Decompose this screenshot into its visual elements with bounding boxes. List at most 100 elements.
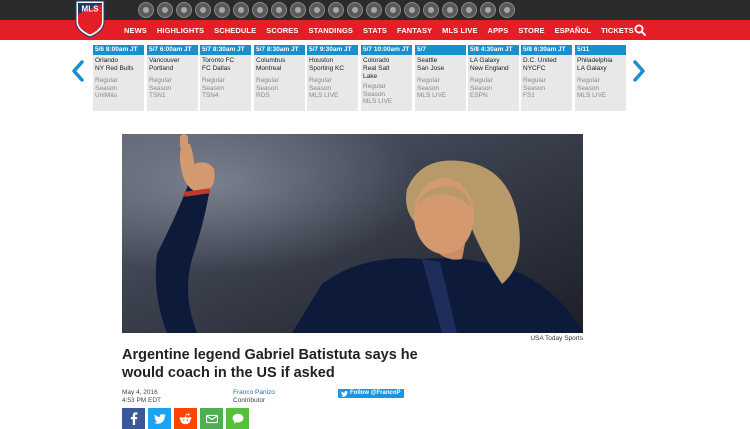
nav-mls-live[interactable]: MLS LIVE bbox=[442, 26, 477, 35]
match-time: 5/7 bbox=[415, 45, 466, 55]
chevron-left-icon[interactable] bbox=[70, 60, 86, 82]
match-broadcaster: RDS bbox=[256, 92, 270, 99]
match-card[interactable]: 5/8 4:30am JT LA Galaxy New England Regul… bbox=[468, 45, 519, 111]
match-type: Season bbox=[149, 84, 172, 92]
club-logo-icon[interactable] bbox=[252, 2, 268, 18]
team-home: Orlando bbox=[95, 57, 119, 64]
scoreboard: 5/6 8:00am JT Orlando NY Red Bulls Regula… bbox=[0, 44, 750, 114]
club-logo-icon[interactable] bbox=[233, 2, 249, 18]
club-logo-icon[interactable] bbox=[176, 2, 192, 18]
mls-logo[interactable]: MLS bbox=[75, 0, 105, 38]
match-type: Season bbox=[577, 84, 600, 92]
nav-apps[interactable]: APPS bbox=[488, 26, 509, 35]
match-card[interactable]: 5/7 9:30am JT Houston Sporting KC Regular… bbox=[307, 45, 358, 111]
match-type: Season bbox=[523, 84, 546, 92]
club-logo-icon[interactable] bbox=[195, 2, 211, 18]
nav-items: NEWS HIGHLIGHTS SCHEDULE SCORES STANDING… bbox=[124, 20, 634, 40]
nav-fantasy[interactable]: FANTASY bbox=[397, 26, 432, 35]
nav-stats[interactable]: STATS bbox=[363, 26, 387, 35]
match-type: Season bbox=[417, 84, 440, 92]
club-logo-icon[interactable] bbox=[271, 2, 287, 18]
team-home: Seattle bbox=[417, 57, 438, 64]
match-card[interactable]: 5/7 8:30am JT Columbus Montreal Regular Se… bbox=[254, 45, 305, 111]
club-logo-icon[interactable] bbox=[404, 2, 420, 18]
match-type: Regular bbox=[256, 77, 279, 84]
nav-scores[interactable]: SCORES bbox=[266, 26, 298, 35]
match-time: 5/7 6:00am JT bbox=[147, 45, 198, 55]
team-home: Toronto FC bbox=[202, 57, 235, 64]
chevron-right-icon[interactable] bbox=[631, 60, 647, 82]
club-logo-icon[interactable] bbox=[309, 2, 325, 18]
team-away: NYCFC bbox=[523, 65, 546, 72]
match-broadcaster: ESPN bbox=[470, 92, 488, 99]
article-time: 4:53 PM EDT bbox=[122, 397, 162, 404]
nav-news[interactable]: NEWS bbox=[124, 26, 147, 35]
facebook-share-button[interactable] bbox=[122, 408, 145, 429]
club-logo-icon[interactable] bbox=[461, 2, 477, 18]
club-logo-icon[interactable] bbox=[328, 2, 344, 18]
nav-tickets[interactable]: TICKETS bbox=[601, 26, 634, 35]
team-away: Real Salt bbox=[363, 65, 390, 72]
team-home: LA Galaxy bbox=[470, 57, 500, 64]
match-time: 5/7 9:30am JT bbox=[307, 45, 358, 55]
match-type: Regular bbox=[523, 77, 546, 84]
author-role: Contributor bbox=[233, 397, 266, 404]
club-logo-icon[interactable] bbox=[366, 2, 382, 18]
match-card[interactable]: 5/8 6:30am JT D.C. United NYCFC Regular Se… bbox=[521, 45, 572, 111]
email-icon bbox=[205, 414, 218, 423]
main-nav: NEWS HIGHLIGHTS SCHEDULE SCORES STANDING… bbox=[0, 20, 750, 40]
team-home: Houston bbox=[309, 57, 334, 64]
match-card[interactable]: 5/11 Philadelphia LA Galaxy Regular Season… bbox=[575, 45, 626, 111]
team-away: Lake bbox=[363, 73, 378, 80]
club-logos bbox=[138, 2, 515, 18]
comment-share-button[interactable] bbox=[226, 408, 249, 429]
share-bar bbox=[122, 408, 249, 429]
club-logo-icon[interactable] bbox=[290, 2, 306, 18]
nav-espanol[interactable]: ESPAÑOL bbox=[555, 26, 591, 35]
match-card[interactable]: 5/7 10:00am JT Colorado Real Salt Lake Reg… bbox=[361, 45, 412, 111]
match-type: Regular bbox=[309, 77, 332, 84]
club-logo-icon[interactable] bbox=[347, 2, 363, 18]
nav-highlights[interactable]: HIGHLIGHTS bbox=[157, 26, 204, 35]
match-broadcaster: TSN4 bbox=[202, 92, 219, 99]
team-away: New England bbox=[470, 65, 509, 72]
match-type: Regular bbox=[363, 83, 386, 90]
match-card[interactable]: 5/7 8:30am JT Toronto FC FC Dallas Regula… bbox=[200, 45, 251, 111]
mls-logo-text: MLS bbox=[82, 5, 100, 14]
match-type: Regular bbox=[577, 77, 600, 84]
team-home: Philadelphia bbox=[577, 57, 613, 64]
reddit-share-button[interactable] bbox=[174, 408, 197, 429]
nav-standings[interactable]: STANDINGS bbox=[309, 26, 354, 35]
match-type: Season bbox=[363, 90, 386, 98]
club-logo-icon[interactable] bbox=[423, 2, 439, 18]
match-broadcaster: FS1 bbox=[523, 92, 535, 99]
club-logo-icon[interactable] bbox=[385, 2, 401, 18]
team-away: FC Dallas bbox=[202, 65, 231, 72]
club-logo-icon[interactable] bbox=[442, 2, 458, 18]
search-icon[interactable] bbox=[634, 24, 646, 36]
match-time: 5/8 6:30am JT bbox=[521, 45, 572, 55]
match-time: 5/6 8:00am JT bbox=[93, 45, 144, 55]
match-card[interactable]: 5/6 8:00am JT Orlando NY Red Bulls Regula… bbox=[93, 45, 144, 111]
comment-icon bbox=[232, 413, 243, 424]
match-card[interactable]: 5/7 Seattle San Jose Regular Season MLS LIV… bbox=[415, 45, 466, 111]
twitter-follow-button[interactable]: Follow @FrancoP bbox=[338, 389, 404, 398]
nav-schedule[interactable]: SCHEDULE bbox=[214, 26, 256, 35]
club-logo-icon[interactable] bbox=[499, 2, 515, 18]
facebook-icon bbox=[130, 412, 137, 425]
twitter-share-button[interactable] bbox=[148, 408, 171, 429]
author-link[interactable]: Franco Panizo bbox=[233, 389, 275, 397]
twitter-bird-icon bbox=[341, 390, 348, 397]
match-type: Season bbox=[256, 84, 279, 92]
match-card[interactable]: 5/7 6:00am JT Vancouver Portland Regular S… bbox=[147, 45, 198, 111]
club-logo-icon[interactable] bbox=[157, 2, 173, 18]
club-logo-icon[interactable] bbox=[214, 2, 230, 18]
match-type: Regular bbox=[95, 77, 118, 84]
email-share-button[interactable] bbox=[200, 408, 223, 429]
team-home: Colorado bbox=[363, 57, 390, 64]
match-broadcaster: TSN1 bbox=[149, 92, 166, 99]
team-home: D.C. United bbox=[523, 57, 557, 64]
nav-store[interactable]: STORE bbox=[518, 26, 544, 35]
club-logo-icon[interactable] bbox=[480, 2, 496, 18]
club-logo-icon[interactable] bbox=[138, 2, 154, 18]
